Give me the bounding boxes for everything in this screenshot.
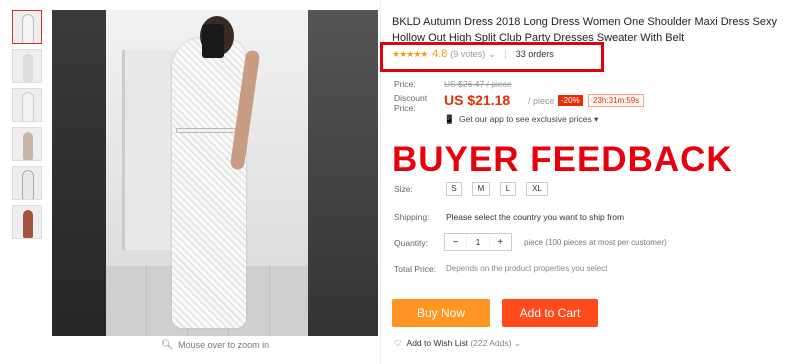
thumbnail-1[interactable]	[12, 10, 42, 44]
votes-link[interactable]: (9 votes)	[450, 49, 485, 59]
buy-now-button[interactable]: Buy Now	[392, 299, 490, 327]
quantity-note: piece (100 pieces at most per customer)	[524, 238, 667, 247]
shipping-label: Shipping:	[394, 212, 430, 222]
star-rating-icon: ★★★★★	[392, 49, 428, 59]
zoom-hint-text: Mouse over to zoom in	[178, 340, 270, 350]
wishlist-count: (222 Adds)	[470, 338, 512, 348]
thumbnail-6[interactable]	[12, 205, 42, 239]
wishlist-link[interactable]: ♡ Add to Wish List (222 Adds) ⌄	[394, 338, 521, 349]
original-price: US $26.47 / piece	[444, 79, 512, 89]
discount-badge: -20%	[558, 95, 583, 106]
add-to-cart-button[interactable]: Add to Cart	[502, 299, 598, 327]
total-price-text: Depends on the product properties you se…	[446, 264, 608, 273]
quantity-label: Quantity:	[394, 238, 429, 248]
quantity-stepper: − 1 +	[444, 233, 512, 251]
size-option-xl[interactable]: XL	[526, 182, 548, 196]
countdown-timer: 23h:31m:59s	[588, 94, 645, 107]
main-product-image[interactable]	[52, 10, 378, 336]
size-label: Size:	[394, 184, 413, 194]
thumbnail-4[interactable]	[12, 127, 42, 161]
app-exclusive-link[interactable]: 📱 Get our app to see exclusive prices ▾	[444, 114, 598, 125]
total-price-label: Total Price:	[394, 264, 437, 274]
discount-price: US $21.18	[444, 92, 511, 108]
quantity-plus-button[interactable]: +	[490, 237, 511, 248]
size-option-m[interactable]: M	[472, 182, 490, 196]
size-option-l[interactable]: L	[500, 182, 516, 196]
zoom-hint: 🔍︎ Mouse over to zoom in	[52, 340, 378, 351]
discount-price-label: Discount Price:	[394, 93, 428, 113]
quantity-minus-button[interactable]: −	[445, 237, 466, 248]
chevron-down-icon[interactable]: ⌄	[488, 49, 496, 59]
thumbnail-5[interactable]	[12, 166, 42, 200]
heart-icon: ♡	[394, 338, 402, 348]
rating-row: ★★★★★ 4.8 (9 votes) ⌄ | 33 orders	[392, 48, 554, 60]
rating-value: 4.8	[432, 48, 448, 60]
buyer-feedback-overlay: BUYER FEEDBACK	[392, 140, 733, 179]
wishlist-label: Add to Wish List	[406, 338, 468, 348]
thumbnail-2[interactable]	[12, 49, 42, 83]
thumbnail-list	[12, 10, 46, 244]
app-exclusive-text: Get our app to see exclusive prices	[458, 114, 592, 124]
thumbnail-3[interactable]	[12, 88, 42, 122]
image-dress	[172, 38, 246, 328]
shipping-text: Please select the country you want to sh…	[446, 212, 625, 222]
orders-count: 33 orders	[515, 49, 554, 59]
search-icon: 🔍︎	[160, 340, 174, 351]
rating-separator: |	[504, 49, 507, 60]
quantity-input[interactable]: 1	[466, 237, 490, 247]
size-option-s[interactable]: S	[446, 182, 462, 196]
price-label: Price:	[394, 79, 416, 89]
image-wall-left	[52, 10, 106, 336]
image-wall-right	[308, 10, 378, 336]
chevron-down-icon: ▾	[594, 114, 599, 124]
image-phone	[202, 24, 224, 58]
price-unit: / piece	[528, 96, 555, 106]
chevron-down-icon: ⌄	[513, 338, 521, 348]
phone-icon: 📱	[444, 114, 455, 124]
